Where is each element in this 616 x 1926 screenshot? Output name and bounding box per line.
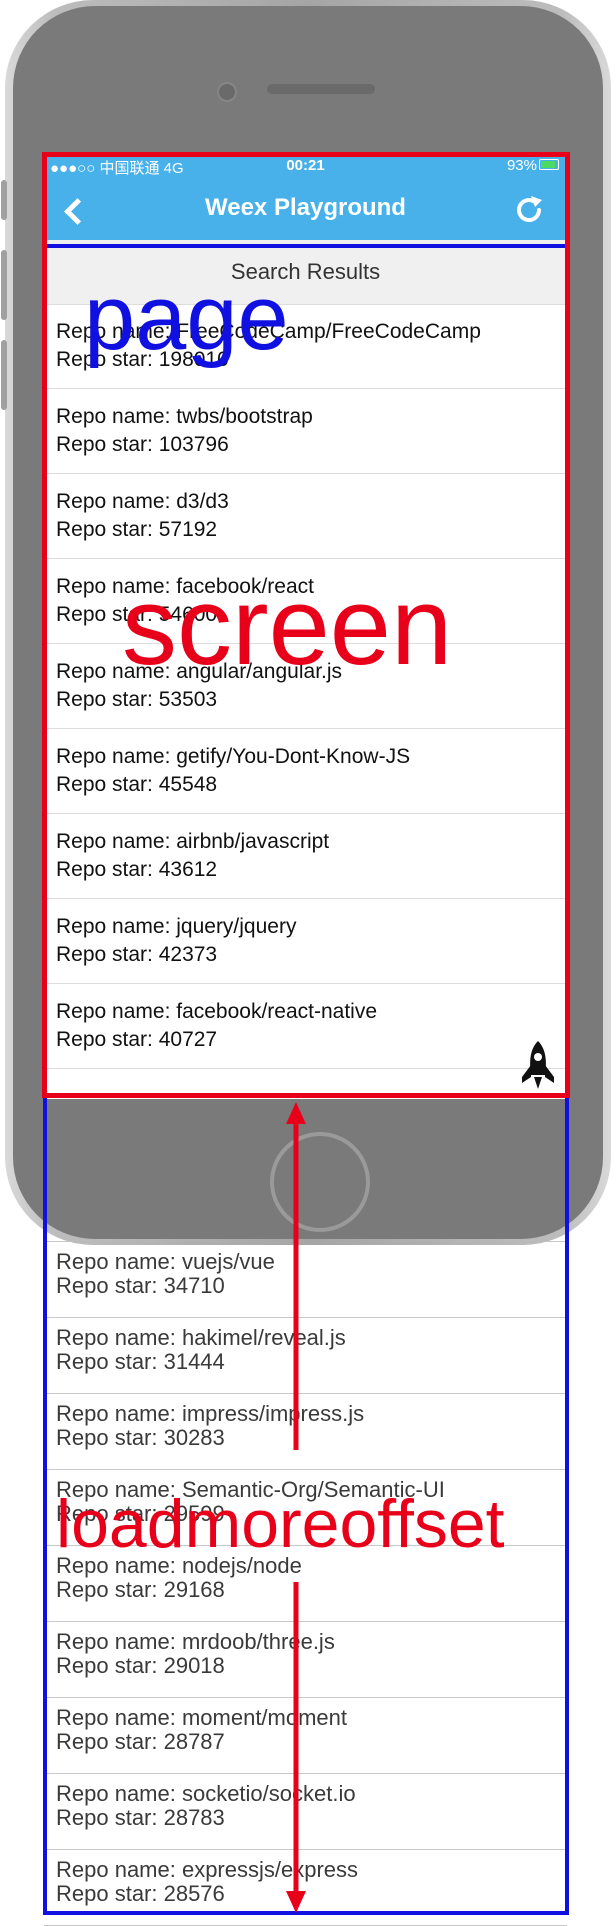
page-title: Weex Playground: [205, 194, 406, 221]
repo-star: Repo star: 28783: [56, 1805, 225, 1830]
repo-star: Repo star: 29018: [56, 1653, 225, 1678]
mute-switch: [1, 180, 7, 220]
repo-name: Repo name: getify/You-Dont-Know-JS: [56, 745, 411, 768]
repo-name: Repo name: jquery/jquery: [56, 915, 297, 938]
list-item[interactable]: Repo name: hakimel/reveal.js Repo star: 3…: [44, 1318, 567, 1394]
repo-name: Repo name: socketio/socket.io: [56, 1781, 356, 1806]
status-time: 00:21: [286, 157, 325, 174]
repo-name: Repo name: facebook/react-native: [56, 1000, 378, 1023]
volume-down-button: [1, 340, 7, 410]
repo-name: Repo name: d3/d3: [56, 490, 229, 513]
page-label: page: [84, 267, 289, 369]
repo-name: Repo name: moment/moment: [56, 1705, 348, 1730]
loadmoreoffset-label: loadmoreoffset: [56, 1486, 505, 1562]
battery-icon: [539, 159, 559, 170]
list-item[interactable]: Repo name: expressjs/express Repo star: 2…: [44, 1850, 567, 1926]
repo-star: Repo star: 40727: [56, 1028, 218, 1051]
volume-up-button: [1, 250, 7, 320]
repo-star: Repo star: 45548: [56, 773, 218, 796]
home-button[interactable]: [270, 1132, 370, 1232]
navigation-bar: Weex Playground: [44, 176, 567, 240]
battery-percent: 93%: [506, 157, 537, 174]
list-item[interactable]: Repo name: mrdoob/three.js Repo star: 290…: [44, 1622, 567, 1698]
repo-star: Repo star: 34710: [56, 1273, 225, 1298]
repo-name: Repo name: hakimel/reveal.js: [56, 1325, 346, 1350]
list-item[interactable]: Repo name: airbnb/javascript Repo star: 4…: [44, 814, 567, 899]
repo-name: Repo name: mrdoob/three.js: [56, 1629, 335, 1654]
repo-star: Repo star: 43612: [56, 858, 218, 881]
earpiece-speaker: [267, 84, 375, 94]
repo-star: Repo star: 57192: [56, 518, 218, 541]
repo-star: Repo star: 103796: [56, 433, 229, 456]
repo-star: Repo star: 30283: [56, 1425, 225, 1450]
rocket-icon[interactable]: [519, 1039, 557, 1091]
front-camera: [217, 82, 237, 102]
repo-star: Repo star: 28787: [56, 1729, 225, 1754]
repo-name: Repo name: vuejs/vue: [56, 1249, 275, 1274]
list-item[interactable]: Repo name: getify/You-Dont-Know-JS Repo s…: [44, 729, 567, 814]
list-item[interactable]: Repo name: twbs/bootstrap Repo star: 1037…: [44, 389, 567, 474]
repo-star: Repo star: 42373: [56, 943, 218, 966]
list-item[interactable]: Repo name: d3/d3 Repo star: 57192: [44, 474, 567, 559]
list-item[interactable]: Repo name: moment/moment Repo star: 28787: [44, 1698, 567, 1774]
repo-name: Repo name: airbnb/javascript: [56, 830, 330, 853]
repo-star: Repo star: 31444: [56, 1349, 225, 1374]
repo-star: Repo star: 29168: [56, 1577, 225, 1602]
repo-star: Repo star: 53503: [56, 688, 218, 711]
repo-star: Repo star: 28576: [56, 1881, 225, 1906]
repo-name: Repo name: expressjs/express: [56, 1857, 359, 1882]
screen-label: screen: [122, 565, 453, 688]
status-bar: ●●●○○ 中国联通 4G 00:21 93%: [44, 154, 567, 177]
list-item[interactable]: Repo name: facebook/react-native Repo sta…: [44, 984, 567, 1069]
list-item[interactable]: Repo name: socketio/socket.io Repo star: …: [44, 1774, 567, 1850]
list-item[interactable]: Repo name: vuejs/vue Repo star: 34710: [44, 1242, 567, 1318]
repo-name: Repo name: impress/impress.js: [56, 1401, 365, 1426]
list-item[interactable]: Repo name: jquery/jquery Repo star: 42373: [44, 899, 567, 984]
repo-name: Repo name: twbs/bootstrap: [56, 405, 313, 428]
refresh-icon[interactable]: [513, 194, 545, 226]
list-item[interactable]: Repo name: impress/impress.js Repo star: …: [44, 1394, 567, 1470]
